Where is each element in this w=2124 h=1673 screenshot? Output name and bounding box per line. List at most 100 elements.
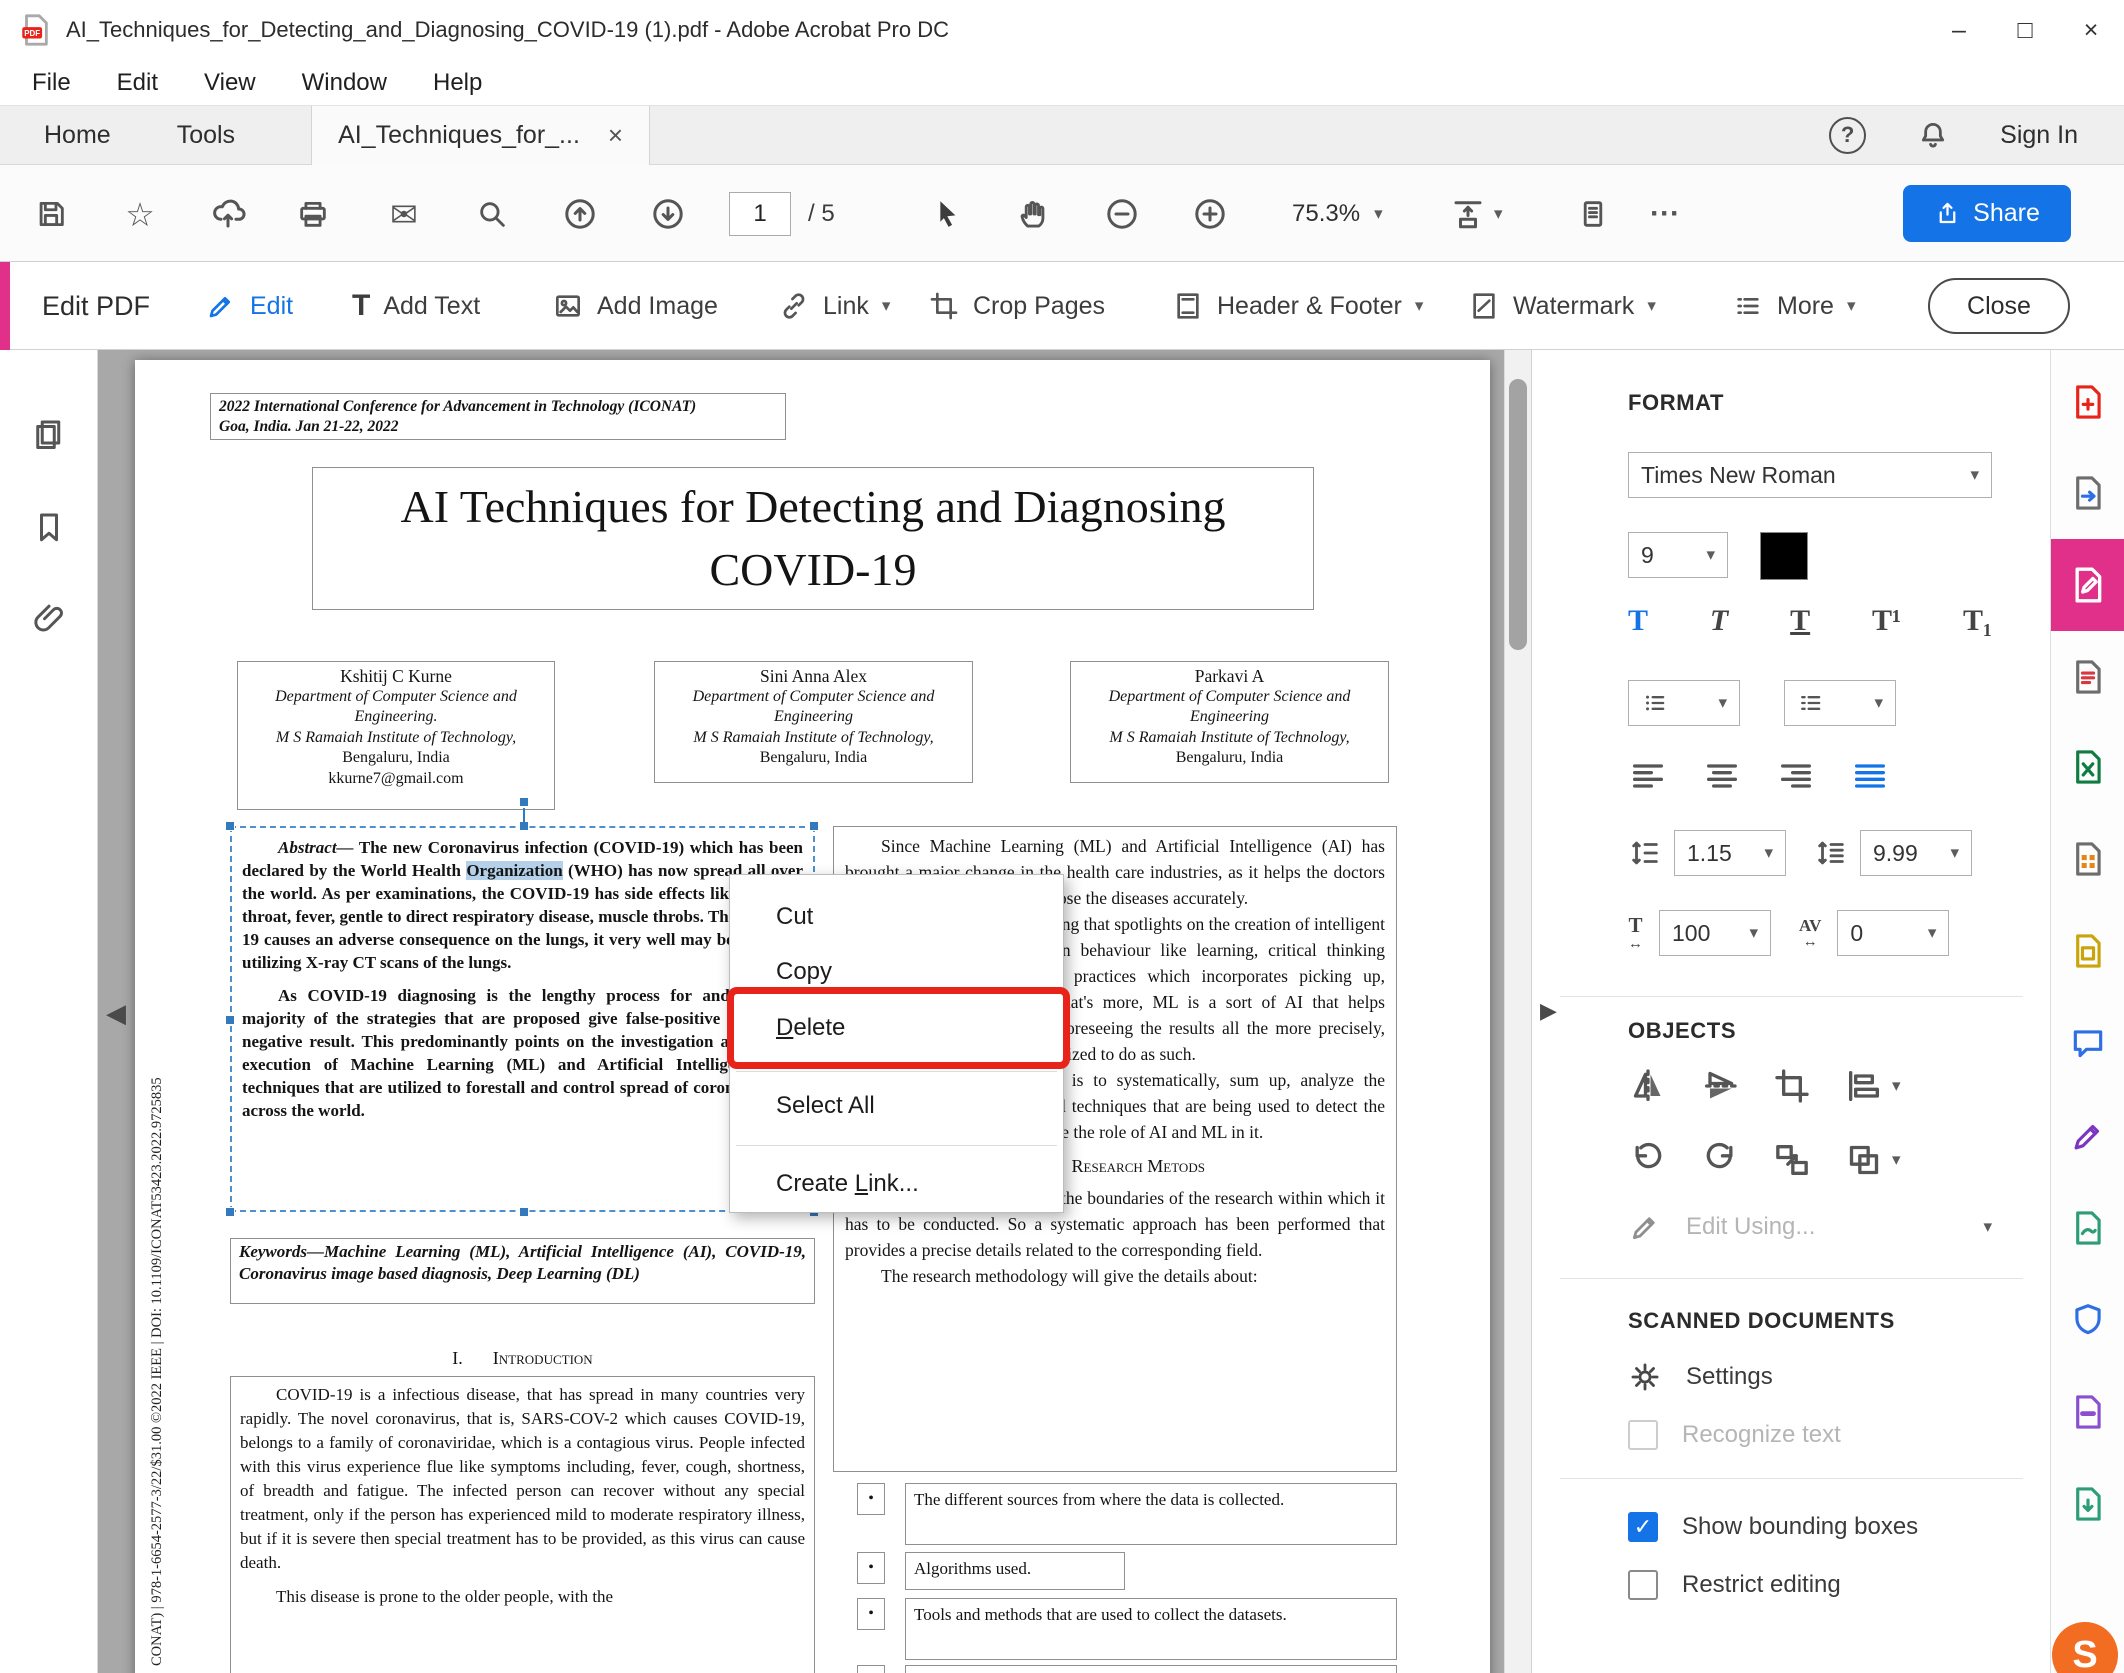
bullet-marker-box[interactable]: •	[857, 1483, 885, 1515]
bullet-marker-box[interactable]: •	[857, 1552, 885, 1584]
export-pdf-tool[interactable]	[2065, 470, 2111, 516]
export-excel-tool[interactable]	[2065, 744, 2111, 790]
attachments-button[interactable]	[31, 600, 67, 636]
selection-handle[interactable]	[225, 1015, 235, 1025]
flip-vertical-button[interactable]	[1700, 1066, 1740, 1106]
page-display-button[interactable]	[1561, 182, 1625, 246]
font-family-dropdown[interactable]: Times New Roman ▾	[1628, 452, 1992, 498]
previous-page-button[interactable]	[548, 182, 612, 246]
document-viewer[interactable]: 2022 International Conference for Advanc…	[98, 350, 1531, 1673]
crop-object-button[interactable]	[1772, 1066, 1812, 1106]
bullet-item-2[interactable]: Algorithms used.	[905, 1552, 1125, 1590]
page-number-input[interactable]: 1	[729, 192, 791, 236]
horizontal-scale-dropdown[interactable]: 100 ▾	[1659, 910, 1771, 956]
combine-files-tool[interactable]	[2065, 928, 2111, 974]
bullet-list-dropdown[interactable]: ▾	[1628, 680, 1740, 726]
menu-help[interactable]: Help	[433, 69, 482, 97]
menu-edit[interactable]: Edit	[117, 69, 158, 97]
align-center-button[interactable]	[1702, 756, 1742, 796]
rotation-handle[interactable]	[519, 797, 529, 807]
more-tools-button[interactable]: ···	[1650, 165, 1680, 262]
rotate-ccw-button[interactable]	[1628, 1140, 1668, 1180]
selection-handle[interactable]	[225, 1207, 235, 1217]
next-page-button[interactable]	[636, 182, 700, 246]
restrict-editing-checkbox[interactable]	[1628, 1570, 1658, 1600]
author-block-2[interactable]: Sini Anna Alex Department of Computer Sc…	[654, 661, 973, 783]
crop-pages-button[interactable]: Crop Pages	[928, 262, 1105, 350]
search-button[interactable]	[460, 182, 524, 246]
selection-handle[interactable]	[519, 821, 529, 831]
sign-in-button[interactable]: Sign In	[2000, 121, 2078, 150]
compress-pdf-tool[interactable]	[2065, 1481, 2111, 1527]
protect-tool[interactable]	[2065, 1297, 2111, 1343]
select-tool-button[interactable]	[914, 182, 978, 246]
subscript-button[interactable]: T₁	[1963, 606, 1992, 636]
add-image-button[interactable]: Add Image	[552, 262, 718, 350]
vertical-scrollbar[interactable]	[1504, 350, 1531, 1673]
close-edit-button[interactable]: Close	[1928, 278, 2070, 334]
print-button[interactable]	[281, 182, 345, 246]
zoom-out-button[interactable]	[1090, 182, 1154, 246]
settings-row[interactable]: Settings	[1628, 1360, 1773, 1394]
line-spacing-dropdown[interactable]: 1.15 ▾	[1674, 830, 1786, 876]
more-dropdown[interactable]: More ▾	[1732, 262, 1856, 350]
menu-view[interactable]: View	[204, 69, 256, 97]
organize-pages-tool[interactable]	[2065, 836, 2111, 882]
menu-file[interactable]: File	[32, 69, 71, 97]
rotate-cw-button[interactable]	[1700, 1140, 1740, 1180]
fill-sign-tool[interactable]	[2065, 1113, 2111, 1159]
arrange-objects-dropdown[interactable]: ▾	[1844, 1140, 1901, 1180]
redact-tool[interactable]	[2065, 1389, 2111, 1435]
page-thumbnails-button[interactable]	[31, 416, 67, 452]
numbered-list-dropdown[interactable]: ▾	[1784, 680, 1896, 726]
align-right-button[interactable]	[1776, 756, 1816, 796]
paragraph-spacing-dropdown[interactable]: 9.99 ▾	[1860, 830, 1972, 876]
bullet-item-4[interactable]: Techniques used for getting the result	[905, 1665, 1397, 1673]
watermark-dropdown[interactable]: Watermark ▾	[1468, 262, 1656, 350]
context-menu-item-select-all[interactable]: Select All	[730, 1080, 1063, 1132]
author-block-1[interactable]: Kshitij C Kurne Department of Computer S…	[237, 661, 555, 810]
conference-header-block[interactable]: 2022 International Conference for Advanc…	[210, 393, 786, 440]
close-window-button[interactable]: ×	[2058, 0, 2124, 60]
bullet-item-3[interactable]: Tools and methods that are used to colle…	[905, 1598, 1397, 1660]
bullet-marker-box[interactable]: •	[857, 1665, 885, 1673]
introduction-block[interactable]: COVID-19 is a infectious disease, that h…	[230, 1376, 815, 1673]
font-color-swatch[interactable]	[1760, 532, 1808, 580]
tab-tools[interactable]: Tools	[177, 121, 235, 150]
link-dropdown[interactable]: Link ▾	[778, 262, 890, 350]
context-menu-item-create-link[interactable]: Create Link...	[730, 1158, 1063, 1210]
bold-button[interactable]: T	[1628, 606, 1648, 636]
replace-image-button[interactable]	[1772, 1140, 1812, 1180]
selection-handle[interactable]	[225, 821, 235, 831]
paper-title-block[interactable]: AI Techniques for Detecting and Diagnosi…	[312, 467, 1314, 610]
context-menu-item-cut[interactable]: Cut	[730, 891, 1063, 943]
maximize-button[interactable]: □	[1992, 0, 2058, 60]
edit-pdf-tool-active[interactable]	[2051, 539, 2124, 631]
show-bounding-boxes-checkbox-checked[interactable]: ✓	[1628, 1512, 1658, 1542]
help-icon[interactable]: ?	[1829, 116, 1867, 154]
bullet-item-1[interactable]: The different sources from where the dat…	[905, 1483, 1397, 1545]
edit-tool-button[interactable]: Edit	[205, 262, 293, 350]
create-pdf-tool[interactable]	[2065, 379, 2111, 425]
document-tab[interactable]: AI_Techniques_for_... ×	[311, 105, 651, 165]
selection-handle[interactable]	[519, 1207, 529, 1217]
add-text-button[interactable]: T Add Text	[352, 262, 480, 350]
comment-tool[interactable]	[2065, 1020, 2111, 1066]
zoom-level-dropdown[interactable]: 75.3% ▾	[1292, 165, 1383, 262]
superscript-button[interactable]: T¹	[1872, 606, 1901, 636]
hand-tool-button[interactable]	[1002, 182, 1066, 246]
align-left-button[interactable]	[1628, 756, 1668, 796]
kerning-dropdown[interactable]: 0 ▾	[1837, 910, 1950, 956]
email-button[interactable]: ✉	[372, 182, 436, 246]
author-block-3[interactable]: Parkavi A Department of Computer Science…	[1070, 661, 1389, 783]
notifications-bell-icon[interactable]	[1916, 118, 1950, 152]
star-button[interactable]: ☆	[108, 182, 172, 246]
flip-horizontal-button[interactable]	[1628, 1066, 1668, 1106]
scrollbar-thumb[interactable]	[1509, 379, 1527, 650]
edit-using-row[interactable]: Edit Using... ▾	[1628, 1210, 1992, 1244]
save-button[interactable]	[19, 182, 83, 246]
create-form-tool[interactable]	[2065, 654, 2111, 700]
tab-close-icon[interactable]: ×	[608, 120, 623, 151]
underline-button[interactable]: T	[1790, 606, 1810, 636]
align-justify-button-active[interactable]	[1850, 756, 1890, 796]
